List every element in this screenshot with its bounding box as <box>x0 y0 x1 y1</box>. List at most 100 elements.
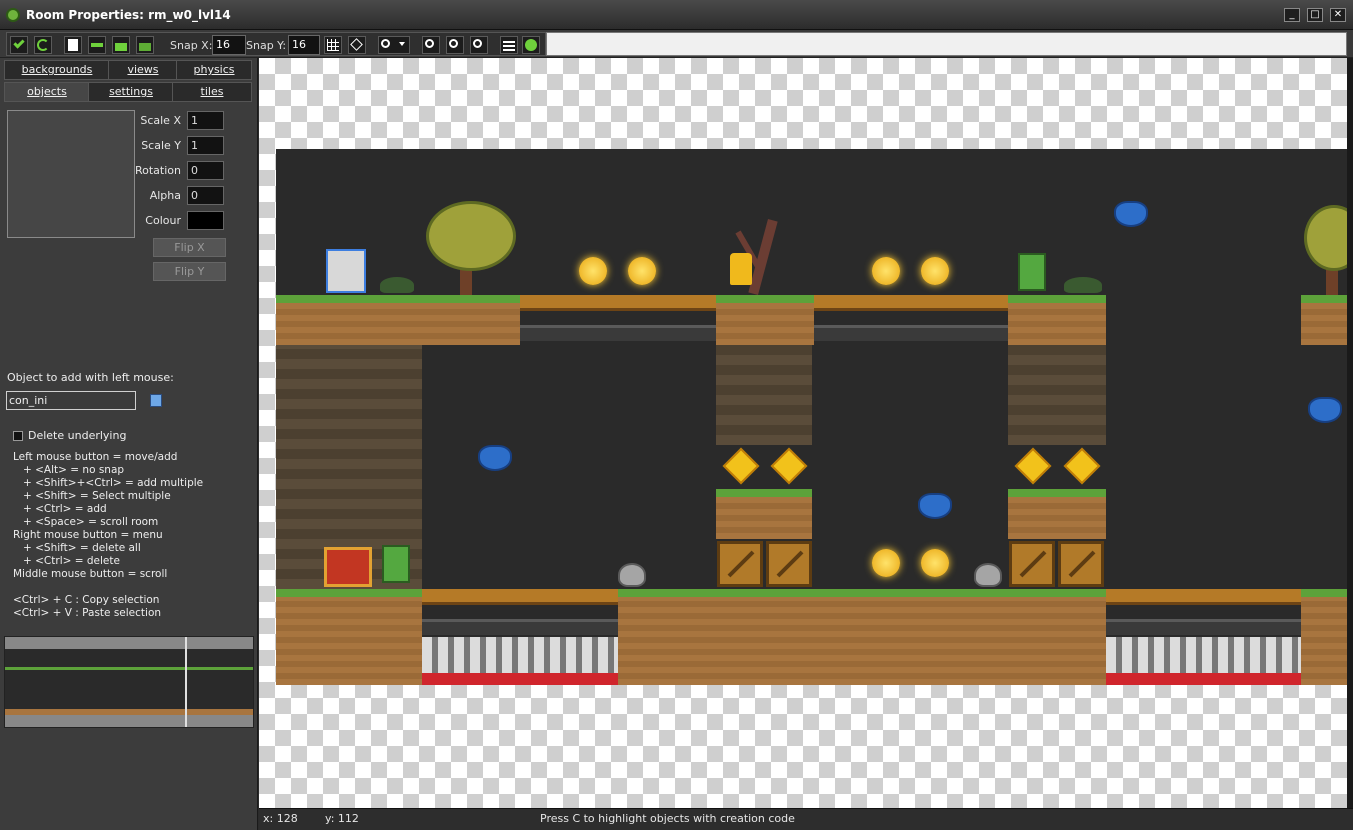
grass-tile <box>716 295 814 303</box>
room-minimap[interactable] <box>4 636 254 728</box>
trophy-object[interactable] <box>730 253 752 285</box>
treasure-chest-object[interactable] <box>324 547 372 587</box>
tab-objects[interactable]: objects <box>4 82 90 102</box>
toggle-grid-button[interactable] <box>324 36 342 54</box>
scale-x-input[interactable]: 1 <box>187 111 224 130</box>
zoom-dropdown-button[interactable] <box>378 36 410 54</box>
dirt-tile <box>1008 303 1106 345</box>
zoom-in-button[interactable] <box>422 36 440 54</box>
object-select-field[interactable]: con_ini <box>6 391 136 410</box>
gem-object[interactable] <box>1014 447 1052 485</box>
grass-tile <box>276 589 422 597</box>
bush-sprite[interactable] <box>380 277 414 293</box>
window-title: Room Properties: rm_w0_lvl14 <box>26 8 231 22</box>
zoom-reset-icon <box>473 39 482 48</box>
tree-sprite[interactable] <box>426 201 516 271</box>
maximize-button[interactable]: □ <box>1307 8 1323 22</box>
flip-y-button[interactable]: Flip Y <box>153 262 226 281</box>
status-message: Press C to highlight objects with creati… <box>540 812 795 825</box>
cursor-y-readout: y: 112 <box>325 812 359 825</box>
help-line: + <Shift> = Select multiple <box>23 490 171 502</box>
tab-settings[interactable]: settings <box>88 82 174 102</box>
confirm-button[interactable] <box>10 36 28 54</box>
snap-x-input[interactable]: 16 <box>212 35 246 55</box>
orc-enemy-object[interactable] <box>1018 253 1046 291</box>
clear-room-button[interactable] <box>64 36 82 54</box>
bat-enemy-object[interactable] <box>1308 397 1342 423</box>
spike-trap <box>422 637 618 673</box>
rotation-label: Rotation <box>134 164 181 177</box>
bat-enemy-object[interactable] <box>478 445 512 471</box>
cursor-x-readout: x: 128 <box>263 812 298 825</box>
colour-swatch[interactable] <box>187 211 224 230</box>
flip-x-button[interactable]: Flip X <box>153 238 226 257</box>
status-bar: x: 128 y: 112 Press C to highlight objec… <box>259 808 1353 830</box>
help-line: Right mouse button = menu <box>13 529 163 541</box>
snap-x-label: Snap X: <box>170 39 213 52</box>
grass-tile <box>1008 489 1106 497</box>
lock-all-button[interactable] <box>112 36 130 54</box>
tree-sprite[interactable] <box>1304 205 1347 271</box>
object-add-label: Object to add with left mouse: <box>7 371 174 384</box>
help-line: + <Ctrl> = add <box>23 503 107 515</box>
tab-views[interactable]: views <box>108 60 178 80</box>
minimize-button[interactable]: _ <box>1284 8 1300 22</box>
alpha-input[interactable]: 0 <box>187 186 224 205</box>
room-area <box>276 149 1347 685</box>
gamemaker-logo-icon <box>6 8 20 22</box>
scale-y-input[interactable]: 1 <box>187 136 224 155</box>
delete-underlying-checkbox[interactable] <box>13 431 23 441</box>
toggle-isometric-button[interactable] <box>348 36 366 54</box>
coin-object[interactable] <box>921 257 949 285</box>
coin-object[interactable] <box>872 257 900 285</box>
crate-object[interactable] <box>1058 541 1104 587</box>
tab-tiles[interactable]: tiles <box>172 82 252 102</box>
dirt-tile <box>618 597 1106 685</box>
coin-object[interactable] <box>579 257 607 285</box>
help-line: + <Alt> = no snap <box>23 464 125 476</box>
help-line: Left mouse button = move/add <box>13 451 178 463</box>
instance-list-button[interactable] <box>500 36 518 54</box>
rotation-input[interactable]: 0 <box>187 161 224 180</box>
gem-object[interactable] <box>722 447 760 485</box>
zoom-reset-button[interactable] <box>470 36 488 54</box>
player-knight-object[interactable] <box>326 249 366 293</box>
object-browse-icon[interactable] <box>150 394 162 407</box>
grass-tile <box>1301 295 1347 303</box>
orc-enemy-object[interactable] <box>382 545 410 583</box>
help-line: + <Ctrl> = delete <box>23 555 120 567</box>
crate-object[interactable] <box>1009 541 1055 587</box>
crate-object[interactable] <box>717 541 763 587</box>
coin-object[interactable] <box>628 257 656 285</box>
skull-decoration[interactable] <box>974 563 1002 587</box>
zoom-out-button[interactable] <box>446 36 464 54</box>
gem-object[interactable] <box>1063 447 1101 485</box>
skull-decoration[interactable] <box>618 563 646 587</box>
grid-icon <box>327 39 339 51</box>
bat-enemy-object[interactable] <box>918 493 952 519</box>
help-button[interactable] <box>522 36 540 54</box>
crate-object[interactable] <box>766 541 812 587</box>
title-bar: Room Properties: rm_w0_lvl14 _ □ ✕ <box>0 0 1353 30</box>
shift-room-button[interactable] <box>88 36 106 54</box>
isometric-grid-icon <box>350 38 363 51</box>
grass-tile <box>1301 589 1347 597</box>
unlock-all-button[interactable] <box>136 36 154 54</box>
gem-object[interactable] <box>770 447 808 485</box>
bridge-tile <box>814 295 1008 311</box>
tab-backgrounds[interactable]: backgrounds <box>4 60 110 80</box>
dirt-tile <box>716 303 814 345</box>
close-button[interactable]: ✕ <box>1330 8 1346 22</box>
checkmark-icon <box>13 37 25 49</box>
undo-button[interactable] <box>34 36 52 54</box>
coin-object[interactable] <box>921 549 949 577</box>
room-canvas[interactable] <box>259 58 1347 808</box>
bush-sprite[interactable] <box>1064 277 1102 293</box>
coin-object[interactable] <box>872 549 900 577</box>
bridge-support <box>422 619 618 635</box>
brick-wall-tile <box>716 345 812 445</box>
bat-enemy-object[interactable] <box>1114 201 1148 227</box>
tab-physics[interactable]: physics <box>176 60 252 80</box>
canvas-scrollbar[interactable] <box>1347 58 1353 808</box>
snap-y-input[interactable]: 16 <box>288 35 320 55</box>
